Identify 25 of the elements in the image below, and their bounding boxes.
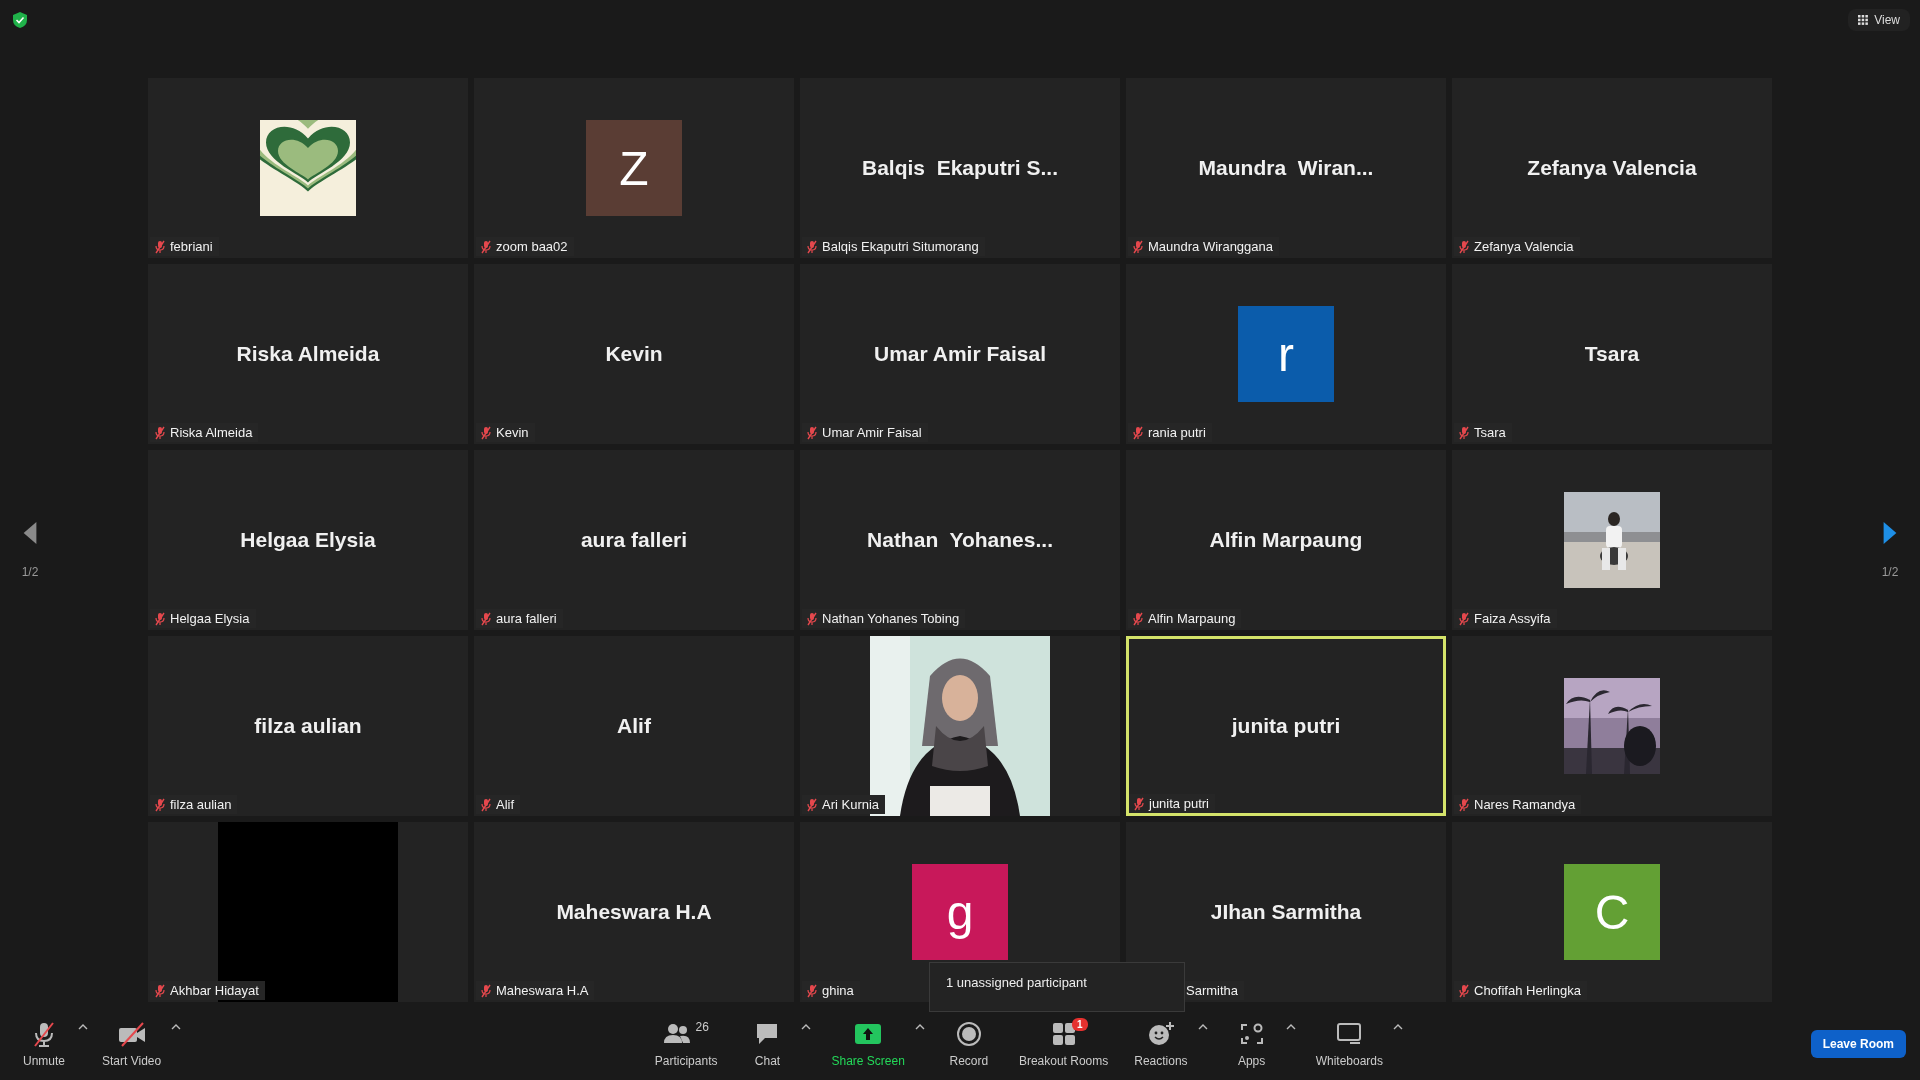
participant-name: JIhan Sarmitha [1210, 900, 1362, 924]
tooltip: 1 unassigned participant [929, 962, 1185, 1012]
participant-name: Tsara [1584, 342, 1640, 366]
participant-name: Riska Almeida [236, 342, 380, 366]
notification-badge: 1 [1072, 1018, 1088, 1031]
participant-name: Helgaa Elysia [240, 528, 376, 552]
page-indicator: 1/2 [1881, 565, 1899, 579]
participant-name: Nathan Yohanes... [867, 528, 1053, 552]
participant-name: aura falleri [580, 528, 688, 552]
avatar-initial: g [912, 864, 1008, 960]
participant-name: Balqis Ekaputri S... [861, 156, 1059, 180]
avatar-initial: Z [586, 120, 682, 216]
participant-name: Kevin [605, 342, 663, 366]
participant-name: Maundra Wiran... [1198, 156, 1374, 180]
participant-name: Zefanya Valencia [1527, 156, 1697, 180]
participant-name: Umar Amir Faisal [874, 342, 1046, 366]
participant-name: filza aulian [254, 714, 362, 738]
avatar-initial: r [1238, 306, 1334, 402]
page-indicator: 1/2 [21, 565, 39, 579]
participant-name: Maheswara H.A [556, 900, 712, 924]
participant-name: Alif [617, 714, 651, 738]
participant-name: Alfin Marpaung [1209, 528, 1363, 552]
avatar-initial: C [1564, 864, 1660, 960]
participant-name: junita putri [1231, 714, 1341, 738]
participant-count: 26 [695, 1020, 709, 1034]
